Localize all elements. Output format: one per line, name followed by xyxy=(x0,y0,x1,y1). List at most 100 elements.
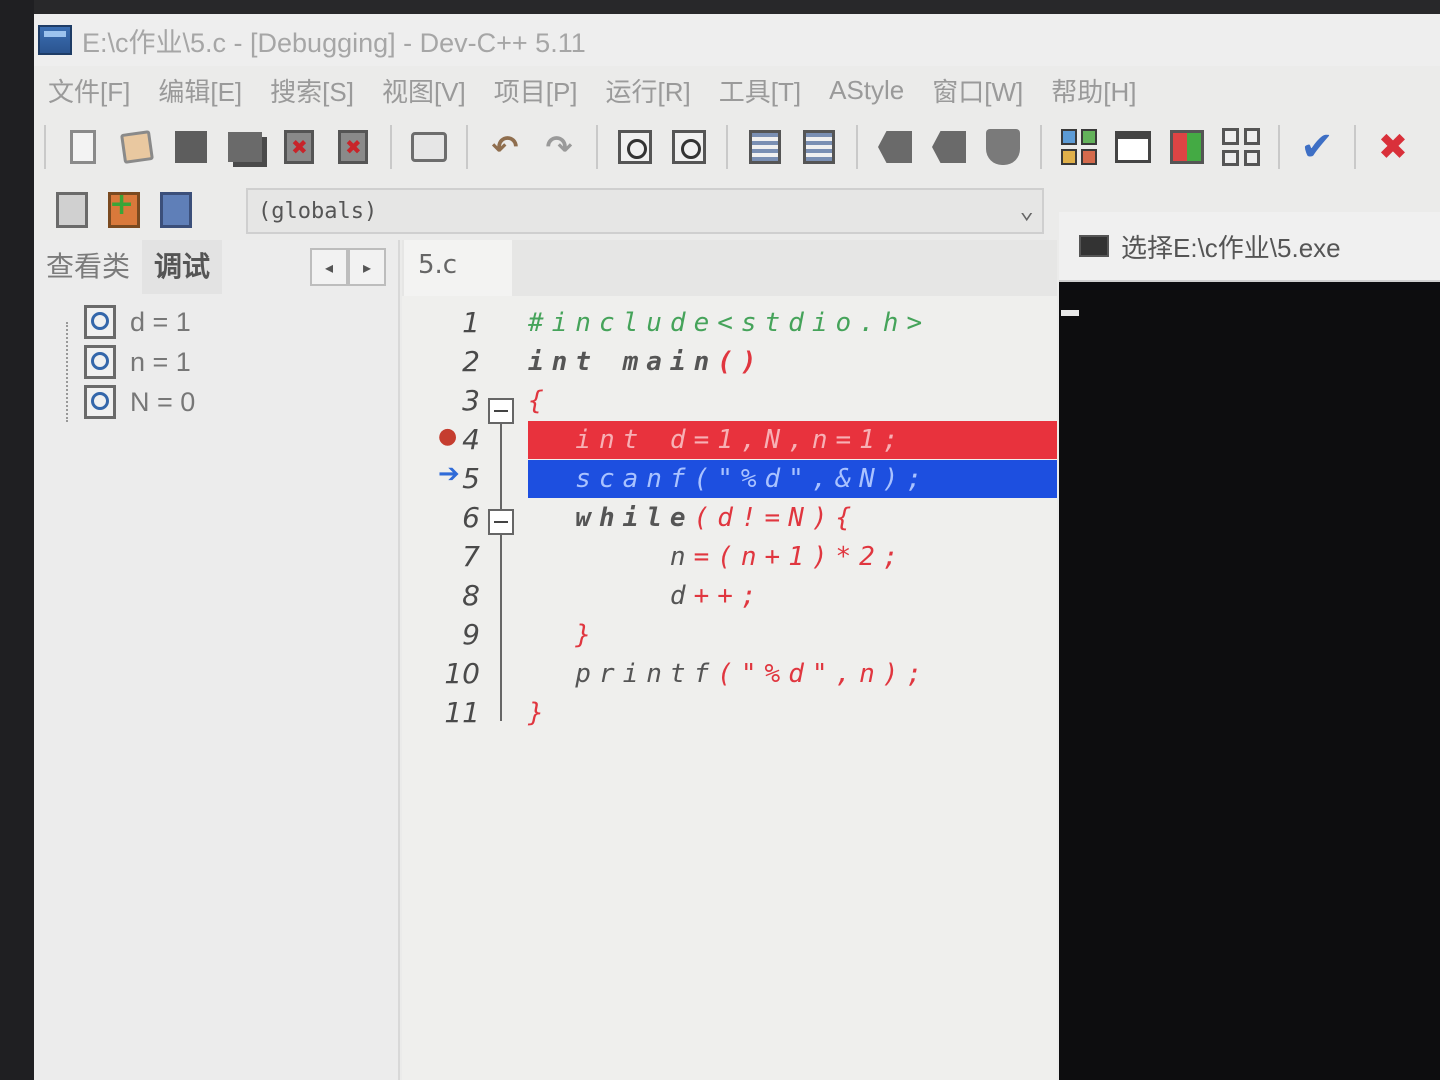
monitor-bezel-left xyxy=(0,0,34,1080)
identifier: n xyxy=(528,542,694,572)
close-all-button[interactable] xyxy=(332,126,374,168)
toolbar-separator xyxy=(726,125,728,169)
watch-item[interactable]: n = 1 xyxy=(84,342,398,382)
replace-button[interactable] xyxy=(668,126,710,168)
redo-button[interactable]: ↷ xyxy=(538,126,580,168)
check-syntax-button[interactable]: ✔ xyxy=(1296,124,1338,170)
save-all-icon xyxy=(228,132,262,162)
console-icon xyxy=(1079,235,1109,257)
print-button[interactable] xyxy=(408,126,450,168)
fold-toggle-icon[interactable] xyxy=(488,509,514,535)
new-project-button[interactable] xyxy=(1058,126,1100,168)
menu-run[interactable]: 运行[R] xyxy=(592,72,705,109)
open-file-icon xyxy=(120,130,154,164)
menu-edit[interactable]: 编辑[E] xyxy=(144,72,256,109)
code-expr: ("%d",n); xyxy=(717,659,931,689)
save-icon xyxy=(175,131,207,163)
project-grid-icon xyxy=(1061,129,1097,165)
paren: () xyxy=(717,347,765,377)
tree-line xyxy=(66,322,68,422)
indent-button[interactable] xyxy=(744,126,786,168)
brace: } xyxy=(528,698,552,728)
goto-line-button[interactable] xyxy=(982,126,1024,168)
tab-prev-button[interactable]: ◂ xyxy=(310,248,348,286)
save-button[interactable] xyxy=(170,126,212,168)
goto-bookmark-icon xyxy=(932,131,966,163)
scope-combo[interactable]: (globals) ⌄ xyxy=(246,188,1044,234)
open-file-button[interactable] xyxy=(116,126,158,168)
execution-arrow-icon: ➔ xyxy=(438,459,460,489)
code-area[interactable]: #include<stdio.h> int main() { int d=1,N… xyxy=(528,296,1057,1080)
menu-file[interactable]: 文件[F] xyxy=(34,72,144,109)
tab-nav-arrows: ◂ ▸ xyxy=(310,248,386,286)
line-number: 6 xyxy=(462,501,480,534)
unindent-button[interactable] xyxy=(798,126,840,168)
new-file-icon xyxy=(70,130,96,164)
toolbar-separator xyxy=(390,125,392,169)
menu-search[interactable]: 搜索[S] xyxy=(256,72,368,109)
goto-bookmark-button[interactable] xyxy=(928,126,970,168)
tab-debug[interactable]: 调试 xyxy=(142,240,223,294)
console-title: 选择E:\c作业\5.exe xyxy=(1121,232,1341,263)
console-window[interactable]: 选择E:\c作业\5.exe xyxy=(1059,212,1440,1080)
toolbar-separator xyxy=(1278,125,1280,169)
menu-astyle[interactable]: AStyle xyxy=(815,75,918,106)
save-all-button[interactable] xyxy=(224,126,266,168)
code-line: } xyxy=(528,616,1057,654)
undo-icon: ↶ xyxy=(491,128,519,166)
identifier: d xyxy=(528,581,694,611)
menu-view[interactable]: 视图[V] xyxy=(368,72,480,109)
undo-button[interactable]: ↶ xyxy=(484,126,526,168)
new-file-button[interactable] xyxy=(62,126,104,168)
options-button[interactable] xyxy=(1220,126,1262,168)
window-button[interactable] xyxy=(1112,126,1154,168)
watch-item[interactable]: d = 1 xyxy=(84,302,398,342)
stop-execution-button[interactable]: ✖ xyxy=(1372,126,1414,168)
class-browser-button[interactable] xyxy=(1166,126,1208,168)
watch-item[interactable]: N = 0 xyxy=(84,382,398,422)
insert-button[interactable] xyxy=(56,192,88,228)
watch-item-text: n = 1 xyxy=(130,346,191,377)
watch-item-text: N = 0 xyxy=(130,386,196,417)
right-arrow-icon: ▸ xyxy=(362,257,372,277)
console-cursor xyxy=(1061,310,1079,316)
identifier: main xyxy=(598,347,718,377)
file-tab[interactable]: 5.c xyxy=(404,240,512,296)
breakpoint-line: int d=1,N,n=1; xyxy=(528,421,1057,459)
menu-tools[interactable]: 工具[T] xyxy=(705,72,815,109)
fold-line xyxy=(500,424,502,509)
watch-variable-icon xyxy=(84,345,116,379)
code-line: while(d!=N){ xyxy=(528,499,1057,537)
tab-next-button[interactable]: ▸ xyxy=(348,248,386,286)
class-browser-icon xyxy=(1170,130,1204,164)
menu-help[interactable]: 帮助[H] xyxy=(1037,72,1150,109)
devcpp-app-icon xyxy=(38,25,72,55)
menu-project[interactable]: 项目[P] xyxy=(480,72,592,109)
bookmark-toggle-button[interactable] xyxy=(160,192,192,228)
editor-tab-bar: 5.c xyxy=(402,240,1057,296)
close-file-button[interactable] xyxy=(278,126,320,168)
code-line: d++; xyxy=(528,577,1057,615)
line-number-gutter[interactable]: 1 2 3 ● 4 ➔ 5 6 7 8 9 10 11 xyxy=(402,296,524,1080)
printer-icon xyxy=(411,132,447,162)
code-line: { xyxy=(528,382,1057,420)
console-title-bar[interactable]: 选择E:\c作业\5.exe xyxy=(1059,212,1440,282)
line-number: 1 xyxy=(462,306,480,339)
toggle-bookmark-button[interactable] xyxy=(874,126,916,168)
options-grid-icon xyxy=(1222,128,1260,166)
watch-variable-icon xyxy=(84,305,116,339)
scope-combo-value: (globals) xyxy=(258,199,378,224)
tab-class-view[interactable]: 查看类 xyxy=(34,240,142,294)
add-watch-button[interactable] xyxy=(108,187,140,228)
close-file-icon xyxy=(284,130,314,164)
left-panel: 查看类 调试 ◂ ▸ d = 1 n = 1 N = 0 xyxy=(34,240,400,1080)
fold-toggle-icon[interactable] xyxy=(488,398,514,424)
breakpoint-icon: ● xyxy=(438,424,458,449)
brace: { xyxy=(528,386,552,416)
menu-window[interactable]: 窗口[W] xyxy=(918,72,1037,109)
main-toolbar: ↶ ↷ ✔ ✖ xyxy=(34,114,1440,180)
find-button[interactable] xyxy=(614,126,656,168)
line-number: 8 xyxy=(462,579,480,612)
code-expr: =(n+1)*2; xyxy=(693,542,907,572)
current-exec-line: scanf("%d",&N); xyxy=(528,460,1057,498)
